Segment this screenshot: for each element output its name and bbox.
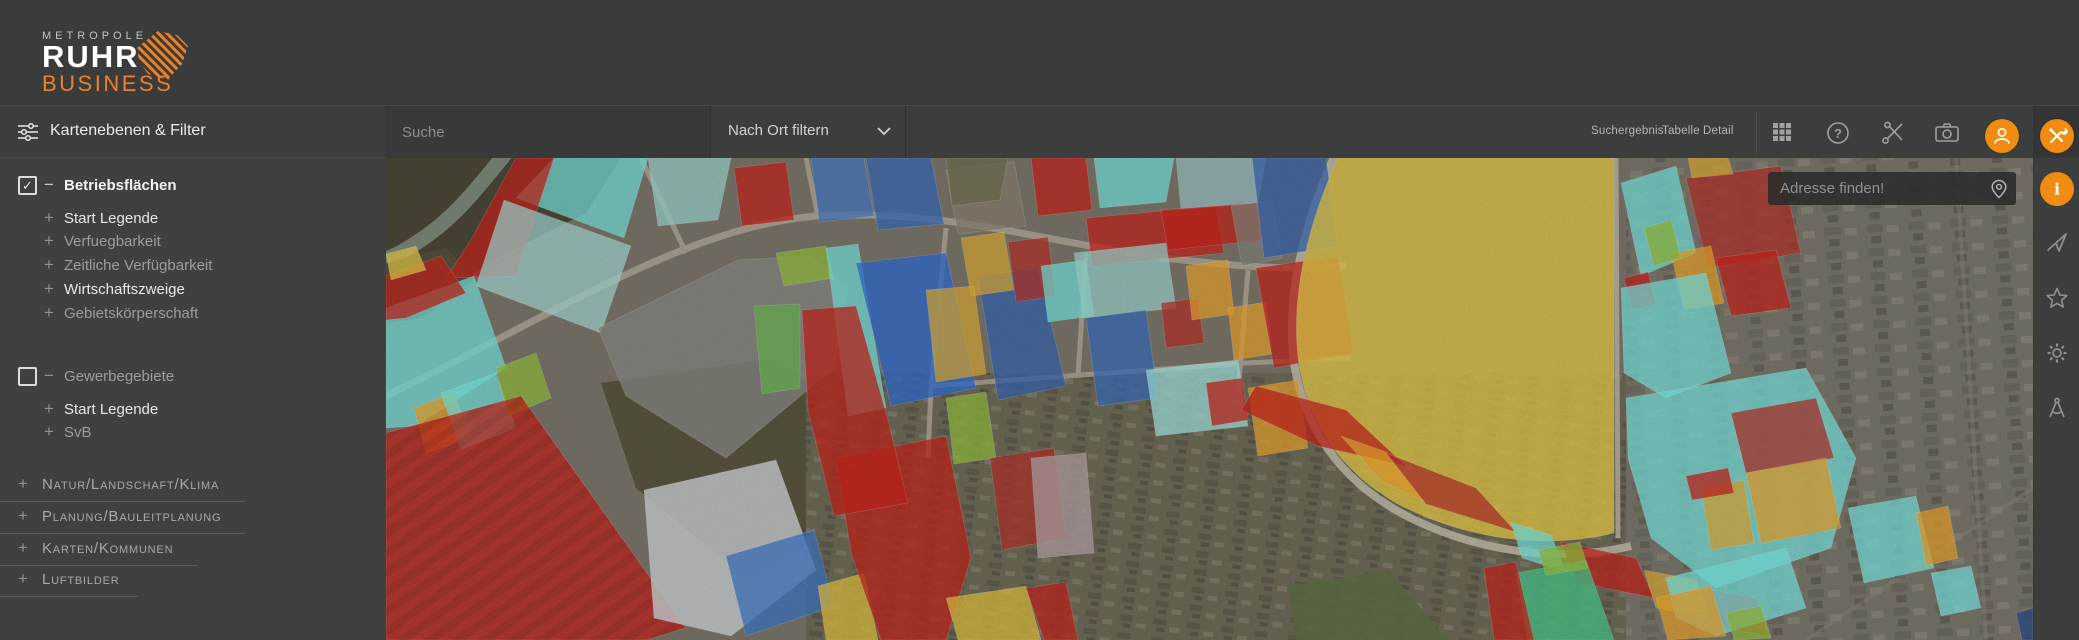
tools-icon (2046, 125, 2068, 147)
expand-toggle[interactable]: + (18, 474, 28, 494)
layer-item-svb[interactable]: + SvB (0, 422, 386, 444)
layer-item-zeitliche-verfuegbarkeit[interactable]: + Zeitliche Verfügbarkeit (0, 255, 386, 277)
layer-item-start-legende-2[interactable]: + Start Legende (0, 399, 386, 421)
layers-panel-title: Kartenebenen & Filter (50, 122, 206, 140)
search-input[interactable] (386, 106, 710, 158)
section-divider (0, 565, 198, 566)
expand-toggle[interactable]: + (44, 231, 54, 251)
expand-toggle[interactable]: + (44, 422, 54, 442)
user-account-button[interactable] (1985, 119, 2019, 153)
info-icon: i (2047, 179, 2067, 199)
map-pin-icon[interactable] (1990, 179, 2008, 199)
section-luftbilder[interactable]: + Luftbilder (0, 569, 386, 591)
search-field-wrap (386, 106, 711, 158)
top-header-bar: METROPOLE RUHR BUSINESS (0, 0, 2079, 105)
navigate-icon[interactable] (2045, 230, 2069, 254)
address-search-input[interactable] (1768, 172, 1992, 205)
link-tabelle[interactable]: Tabelle (1662, 125, 1700, 137)
expand-toggle[interactable]: + (18, 538, 28, 558)
layer-item-gebietskoerperschaft[interactable]: + Gebietskörperschaft (0, 303, 386, 325)
settings-icon[interactable] (2045, 341, 2069, 365)
expand-toggle[interactable]: + (44, 399, 54, 419)
address-search-box (1768, 172, 2016, 205)
link-detail[interactable]: Detail (1703, 125, 1734, 137)
filter-by-place-select[interactable]: Nach Ort filtern (712, 106, 906, 158)
svg-text:i: i (2054, 180, 2060, 199)
layer-item-wirtschaftszweige[interactable]: + Wirtschaftszweige (0, 279, 386, 301)
layers-filter-icon (17, 121, 39, 143)
layers-panel-header[interactable]: Kartenebenen & Filter (0, 106, 386, 158)
toolbar-divider (1756, 112, 1757, 154)
section-divider (0, 596, 138, 597)
map-canvas[interactable] (386, 158, 2033, 640)
expand-toggle[interactable]: + (44, 255, 54, 275)
layer-group-gewerbegebiete[interactable]: − Gewerbegebiete (0, 366, 386, 388)
expand-toggle[interactable]: + (44, 303, 54, 323)
svg-text:?: ? (1834, 126, 1842, 141)
expand-toggle[interactable]: + (44, 208, 54, 228)
section-karten-kommunen[interactable]: + Karten/Kommunen (0, 538, 386, 560)
aerial-map-with-parcel-overlay (386, 158, 2033, 640)
checkbox-checked[interactable]: ✓ (18, 176, 37, 195)
section-divider (0, 501, 245, 502)
layer-item-verfuegbarkeit[interactable]: + Verfuegbarkeit (0, 231, 386, 253)
toolbar: Kartenebenen & Filter Nach Ort filtern S… (0, 105, 2079, 158)
link-suchergebnis[interactable]: Suchergebnis (1591, 125, 1664, 137)
collapse-toggle[interactable]: − (44, 366, 54, 386)
help-icon[interactable]: ? (1824, 119, 1852, 147)
expand-toggle[interactable]: + (18, 506, 28, 526)
map-tools-rail: i (2033, 158, 2079, 640)
expand-toggle[interactable]: + (18, 569, 28, 589)
table-icon[interactable] (1769, 119, 1797, 147)
filter-by-place-label: Nach Ort filtern (728, 122, 829, 139)
layer-group-betriebsflaechen[interactable]: ✓ − Betriebsflächen (0, 175, 386, 197)
chevron-down-icon (877, 126, 891, 136)
layers-sidebar: ✓ − Betriebsflächen + Start Legende + Ve… (0, 158, 386, 640)
camera-icon[interactable] (1933, 119, 1961, 147)
star-icon[interactable] (2045, 286, 2069, 310)
app-window: METROPOLE RUHR BUSINESS (0, 0, 2079, 640)
layer-item-start-legende[interactable]: + Start Legende (0, 208, 386, 230)
user-icon (1991, 125, 2013, 147)
tools-button[interactable] (2040, 119, 2074, 153)
section-planung-bauleitplanung[interactable]: + Planung/Bauleitplanung (0, 506, 386, 528)
section-divider (0, 533, 245, 534)
checkbox-unchecked[interactable] (18, 367, 37, 386)
collapse-toggle[interactable]: − (44, 175, 54, 195)
measure-icon[interactable] (2045, 396, 2069, 420)
aerial-grain-overlay (386, 158, 2033, 640)
section-natur-landschaft-klima[interactable]: + Natur/Landschaft/Klima (0, 474, 386, 496)
expand-toggle[interactable]: + (44, 279, 54, 299)
ruhr-region-hatched-logo-icon (134, 28, 190, 88)
info-button[interactable]: i (2040, 172, 2074, 206)
scissors-icon[interactable] (1879, 119, 1907, 147)
